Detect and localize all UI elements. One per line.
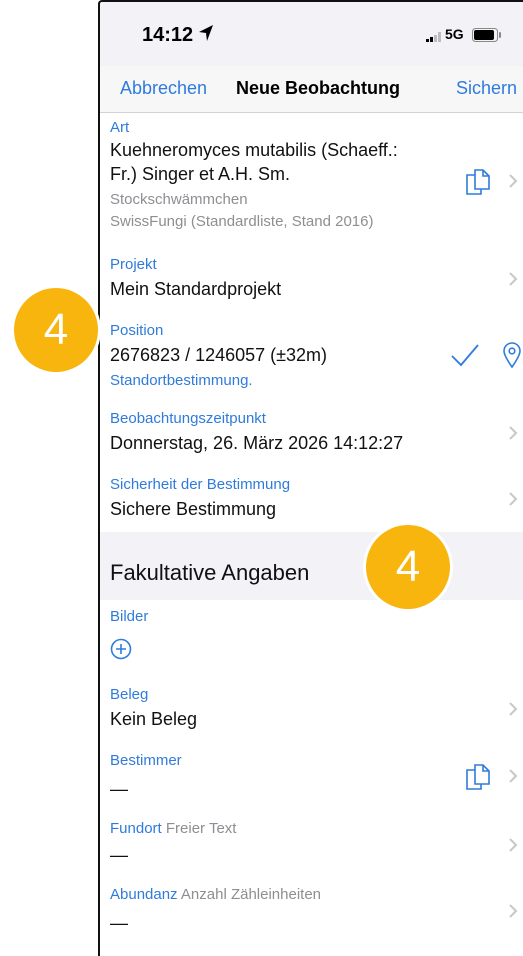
projekt-label: Projekt [110, 256, 157, 273]
fundort-value: — [110, 845, 128, 865]
checkmark-icon [451, 344, 479, 367]
beleg-value: Kein Beleg [110, 709, 198, 729]
sicherheit-cell[interactable]: Sicherheit der Bestimmung Sichere Bestim… [100, 466, 523, 533]
page-title: Neue Beobachtung [236, 78, 401, 98]
art-label: Art [110, 119, 130, 136]
fundort-cell[interactable]: Fundort Freier Text — [100, 810, 523, 877]
sicherheit-label: Sicherheit der Bestimmung [110, 476, 291, 493]
fundort-label-group: Fundort Freier Text [110, 820, 236, 837]
bestimmer-value: — [110, 779, 128, 799]
bilder-cell: Bilder [100, 600, 523, 677]
art-cell[interactable]: Art Kuehneromyces mutabilis (Schaeff.: F… [100, 113, 523, 247]
status-bar: 14:12 5G [100, 2, 523, 66]
annotation-badge-left: 4 [14, 288, 98, 372]
abundanz-label: Abundanz [110, 886, 178, 903]
sicherheit-value: Sichere Bestimmung [110, 499, 277, 519]
zeitpunkt-label: Beobachtungszeitpunkt [110, 410, 266, 427]
annotation-badge-right: 4 [366, 525, 450, 609]
abundanz-hint: Anzahl Zähleinheiten [180, 886, 322, 903]
navigation-bar: Abbrechen Neue Beobachtung Sichern [100, 66, 523, 113]
save-button[interactable]: Sichern [456, 78, 517, 99]
projekt-cell[interactable]: Projekt Mein Standardprojekt [100, 246, 523, 313]
art-value-line2: Fr.) Singer et A.H. Sm. [110, 164, 291, 184]
copy-icon[interactable] [466, 764, 490, 790]
chevron-right-icon [509, 426, 518, 440]
beleg-label: Beleg [110, 686, 149, 703]
section-header: Fakultative Angaben [100, 532, 523, 601]
position-sub: Standortbestimmung. [110, 372, 253, 389]
chevron-right-icon [509, 272, 518, 286]
chevron-right-icon [509, 174, 518, 188]
location-arrow-icon [199, 25, 213, 41]
fundort-label: Fundort [110, 820, 162, 837]
signal-icon [426, 32, 441, 42]
bestimmer-label: Bestimmer [110, 752, 182, 769]
chevron-right-icon [509, 904, 518, 918]
projekt-value: Mein Standardprojekt [110, 279, 282, 299]
fundort-hint: Freier Text [165, 820, 237, 837]
section-title: Fakultative Angaben [110, 560, 310, 585]
art-common-name: Stockschwämmchen [110, 191, 248, 208]
abundanz-cell[interactable]: Abundanz Anzahl Zähleinheiten — [100, 876, 523, 945]
copy-icon[interactable] [466, 169, 490, 195]
art-species-list: SwissFungi (Standardliste, Stand 2016) [110, 213, 374, 230]
chevron-right-icon [509, 702, 518, 716]
add-image-icon[interactable] [110, 638, 132, 660]
chevron-right-icon [509, 769, 518, 783]
chevron-right-icon [509, 492, 518, 506]
bestimmer-cell[interactable]: Bestimmer — [100, 742, 523, 811]
bilder-label: Bilder [110, 608, 149, 625]
position-cell[interactable]: Position 2676823 / 1246057 (±32m) Stando… [100, 312, 523, 401]
phone-screen: 14:12 5G Abbrechen Neue Beobachtung Sich… [98, 0, 523, 956]
abundanz-value: — [110, 913, 128, 933]
cancel-button[interactable]: Abbrechen [120, 78, 207, 99]
map-pin-icon[interactable] [502, 342, 522, 368]
battery-icon [472, 28, 501, 42]
abundanz-label-group: Abundanz Anzahl Zähleinheiten [110, 886, 321, 903]
zeitpunkt-cell[interactable]: Beobachtungszeitpunkt Donnerstag, 26. Mä… [100, 400, 523, 467]
network-type: 5G [445, 26, 464, 42]
next-cell[interactable] [100, 944, 523, 956]
position-label: Position [110, 322, 164, 339]
zeitpunkt-value: Donnerstag, 26. März 2026 14:12:27 [110, 433, 404, 453]
position-value: 2676823 / 1246057 (±32m) [110, 345, 328, 365]
chevron-right-icon [509, 838, 518, 852]
art-value-line1: Kuehneromyces mutabilis (Schaeff.: [110, 140, 398, 160]
status-time: 14:12 [142, 24, 194, 46]
beleg-cell[interactable]: Beleg Kein Beleg [100, 676, 523, 743]
